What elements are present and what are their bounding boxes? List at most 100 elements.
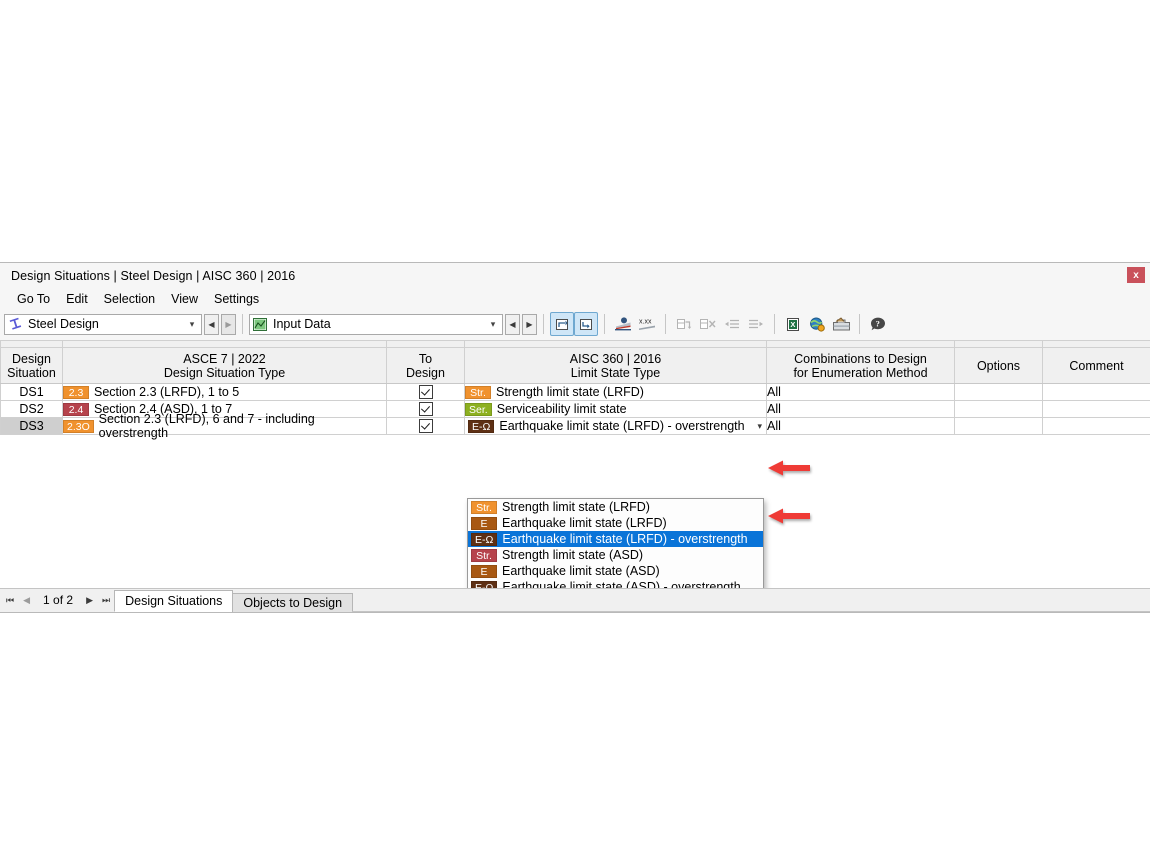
chevron-down-icon[interactable]: ▾ xyxy=(183,319,201,330)
header-comment[interactable]: Comment xyxy=(1042,347,1150,384)
header-design-situation[interactable]: Design Situation xyxy=(0,347,63,384)
page-indicator: 1 of 2 xyxy=(43,593,74,607)
cell-design-situation-type[interactable]: 2.3O Section 2.3 (LRFD), 6 and 7 - inclu… xyxy=(62,412,387,440)
header-line-1: Combinations to Design xyxy=(794,351,927,366)
menu-item-view[interactable]: View xyxy=(163,290,206,308)
cell-combinations[interactable]: All xyxy=(766,417,955,435)
table-row[interactable]: DS1 2.3 Section 2.3 (LRFD), 1 to 5 Str. xyxy=(0,383,1150,401)
toolbox-icon[interactable] xyxy=(829,312,853,336)
top-strip-cell xyxy=(386,340,465,348)
limit-state-badge: E xyxy=(471,564,497,578)
limit-state-badge: E xyxy=(471,516,497,530)
cell-comment[interactable] xyxy=(1042,383,1150,401)
first-record-icon[interactable]: ⏮ xyxy=(6,595,14,606)
to-design-checkbox[interactable] xyxy=(418,384,433,399)
record-navigator: ⏮ ◀ 1 of 2 ▶ ⏭ xyxy=(0,588,114,612)
units-icon[interactable] xyxy=(611,312,635,336)
to-design-checkbox[interactable] xyxy=(418,401,433,416)
cell-combinations[interactable]: All xyxy=(766,383,955,401)
top-strip-cell xyxy=(0,340,63,348)
cell-limit-state-type-editor[interactable]: E-Ω Earthquake limit state (LRFD) - over… xyxy=(464,417,767,435)
toolbar-separator xyxy=(242,314,243,334)
to-design-checkbox[interactable] xyxy=(418,418,433,433)
header-combinations-to-design[interactable]: Combinations to Design for Enumeration M… xyxy=(766,347,955,384)
help-icon[interactable]: ? xyxy=(866,312,890,336)
view-combo[interactable]: Input Data ▾ xyxy=(249,313,503,335)
import-rows-icon[interactable] xyxy=(550,312,574,336)
dropdown-item-strength-lrfd[interactable]: Str. Strength limit state (LRFD) xyxy=(468,499,763,515)
insert-row-icon[interactable] xyxy=(672,312,696,336)
close-button[interactable]: x xyxy=(1127,267,1145,283)
move-row-up-icon[interactable] xyxy=(720,312,744,336)
cell-design-situation-type[interactable]: 2.3 Section 2.3 (LRFD), 1 to 5 xyxy=(62,383,387,401)
toolbar: Steel Design ▾ ◀ ▶ Input Data ▾ ◀ ▶ x.xx… xyxy=(0,310,1150,338)
move-row-down-icon[interactable] xyxy=(744,312,768,336)
top-strip-cell xyxy=(954,340,1043,348)
previous-record-icon[interactable]: ◀ xyxy=(23,595,30,606)
export-rows-icon[interactable] xyxy=(574,312,598,336)
cell-comment[interactable] xyxy=(1042,417,1150,435)
menu-item-go-to[interactable]: Go To xyxy=(9,290,58,308)
tab-objects-to-design[interactable]: Objects to Design xyxy=(232,593,354,612)
limit-state-text: Earthquake limit state (LRFD) - overstre… xyxy=(499,419,745,433)
header-limit-state-type[interactable]: AISC 360 | 2016 Limit State Type xyxy=(464,347,767,384)
header-line-2: Options xyxy=(976,358,1021,373)
module-prev-button[interactable]: ◀ xyxy=(204,313,219,335)
chevron-down-icon[interactable]: ▾ xyxy=(484,319,502,330)
menu-item-edit[interactable]: Edit xyxy=(58,290,96,308)
cell-to-design[interactable] xyxy=(386,383,465,401)
arrow-lrfd-overstrength xyxy=(766,459,810,477)
module-next-button[interactable]: ▶ xyxy=(221,313,236,335)
top-strip-cell xyxy=(62,340,387,348)
header-line-1: AISC 360 | 2016 xyxy=(569,351,662,366)
limit-state-dropdown-list[interactable]: Str. Strength limit state (LRFD) E Earth… xyxy=(467,498,764,588)
dropdown-item-earthquake-asd[interactable]: E Earthquake limit state (ASD) xyxy=(468,563,763,579)
cell-combinations[interactable]: All xyxy=(766,400,955,418)
header-line-1: ASCE 7 | 2022 xyxy=(183,351,266,366)
limit-state-text: Strength limit state (LRFD) xyxy=(496,385,644,399)
row-id[interactable]: DS1 xyxy=(0,383,63,401)
dropdown-item-earthquake-lrfd-overstrength[interactable]: E-Ω Earthquake limit state (LRFD) - over… xyxy=(468,531,763,547)
table-top-strip xyxy=(0,340,1150,348)
header-design-situation-type[interactable]: ASCE 7 | 2022 Design Situation Type xyxy=(62,347,387,384)
dropdown-item-label: Earthquake limit state (ASD) - overstren… xyxy=(502,580,741,588)
decimal-places-icon[interactable]: x.xx xyxy=(635,312,659,336)
cell-limit-state-type[interactable]: Str. Strength limit state (LRFD) xyxy=(464,383,767,401)
design-situation-badge: 2.3 xyxy=(63,385,89,399)
cell-comment[interactable] xyxy=(1042,400,1150,418)
table-row[interactable]: DS3 2.3O Section 2.3 (LRFD), 6 and 7 - i… xyxy=(0,412,1150,440)
header-options[interactable]: Options xyxy=(954,347,1043,384)
tab-design-situations[interactable]: Design Situations xyxy=(114,590,234,612)
globe-icon[interactable] xyxy=(805,312,829,336)
export-excel-icon[interactable]: X xyxy=(781,312,805,336)
row-id[interactable]: DS2 xyxy=(0,400,63,418)
cell-to-design[interactable] xyxy=(386,417,465,435)
input-data-icon xyxy=(250,317,270,331)
top-strip-cell xyxy=(464,340,767,348)
dropdown-item-label: Strength limit state (LRFD) xyxy=(502,500,650,514)
bottom-tabs: Design Situations Objects to Design xyxy=(114,588,354,612)
row-id[interactable]: DS3 xyxy=(0,417,63,435)
last-record-icon[interactable]: ⏭ xyxy=(102,595,110,606)
dropdown-item-earthquake-asd-overstrength[interactable]: E-Ω Earthquake limit state (ASD) - overs… xyxy=(468,579,763,588)
chevron-down-icon[interactable]: ▾ xyxy=(757,421,762,432)
dropdown-item-strength-asd[interactable]: Str. Strength limit state (ASD) xyxy=(468,547,763,563)
view-prev-button[interactable]: ◀ xyxy=(505,313,520,335)
view-next-button[interactable]: ▶ xyxy=(522,313,537,335)
menu-item-selection[interactable]: Selection xyxy=(96,290,163,308)
cell-options[interactable] xyxy=(954,400,1043,418)
dropdown-item-label: Strength limit state (ASD) xyxy=(502,548,644,562)
cell-options[interactable] xyxy=(954,383,1043,401)
svg-text:X: X xyxy=(790,320,795,329)
menu-item-settings[interactable]: Settings xyxy=(206,290,267,308)
cell-to-design[interactable] xyxy=(386,400,465,418)
module-combo[interactable]: Steel Design ▾ xyxy=(4,313,202,335)
window-title: Design Situations | Steel Design | AISC … xyxy=(11,268,296,283)
next-record-icon[interactable]: ▶ xyxy=(86,595,93,606)
delete-row-icon[interactable] xyxy=(696,312,720,336)
cell-options[interactable] xyxy=(954,417,1043,435)
header-to-design[interactable]: To Design xyxy=(386,347,465,384)
dropdown-item-earthquake-lrfd[interactable]: E Earthquake limit state (LRFD) xyxy=(468,515,763,531)
module-combo-value: Steel Design xyxy=(28,317,99,331)
cell-limit-state-type[interactable]: Ser. Serviceability limit state xyxy=(464,400,767,418)
